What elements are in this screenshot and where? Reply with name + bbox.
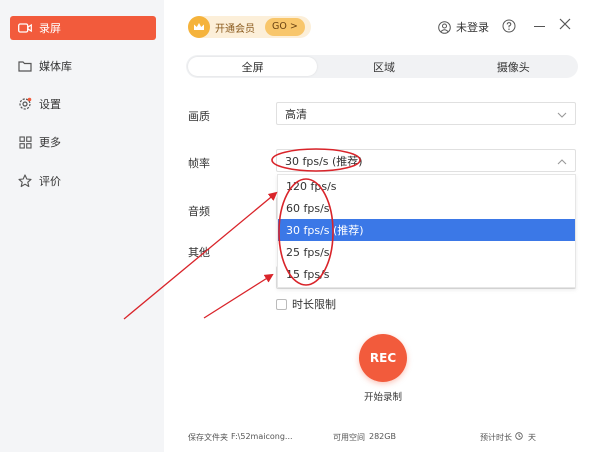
free-space-value: 282GB <box>369 432 396 441</box>
record-caption: 开始录制 <box>363 392 402 403</box>
save-folder-path[interactable]: F:\52maicong... <box>231 432 293 441</box>
audio-label: 音频 <box>188 205 210 218</box>
tab-camera[interactable]: 摄像头 <box>449 55 578 78</box>
login-label: 未登录 <box>456 21 489 34</box>
sidebar-item-label: 评价 <box>39 175 61 188</box>
video-camera-icon <box>18 21 32 35</box>
mode-tabs: 全屏 区域 摄像头 <box>186 55 578 78</box>
estimated-duration-value: 天 <box>528 433 536 442</box>
close-icon[interactable] <box>559 18 571 33</box>
login-button[interactable]: 未登录 <box>438 19 489 35</box>
duration-limit-label: 时长限制 <box>292 298 336 311</box>
minimize-icon[interactable] <box>534 26 545 27</box>
star-icon <box>18 174 32 188</box>
clock-icon <box>515 432 523 442</box>
framerate-option-30[interactable]: 30 fps/s (推荐) <box>278 219 575 241</box>
folder-icon <box>18 59 32 73</box>
chevron-down-icon <box>557 109 567 122</box>
framerate-select[interactable]: 30 fps/s (推荐) <box>276 149 576 172</box>
crown-icon <box>188 16 210 38</box>
free-space-label: 可用空间 <box>333 433 365 442</box>
chevron-up-icon <box>557 156 567 169</box>
vip-upgrade-button[interactable]: 开通会员 GO > <box>188 16 311 38</box>
tab-region[interactable]: 区域 <box>319 55 448 78</box>
sidebar-item-review[interactable]: 评价 <box>10 169 156 193</box>
sidebar-item-settings[interactable]: 设置 <box>10 92 156 116</box>
gear-icon <box>18 97 32 111</box>
user-icon <box>438 20 451 34</box>
grid-icon <box>18 135 32 149</box>
quality-label: 画质 <box>188 110 210 123</box>
duration-limit-option[interactable]: 时长限制 <box>276 296 336 312</box>
framerate-option-15[interactable]: 15 fps/s <box>278 263 575 285</box>
sidebar-item-label: 录屏 <box>39 22 61 35</box>
framerate-option-25[interactable]: 25 fps/s <box>278 241 575 263</box>
save-folder-label: 保存文件夹 <box>188 433 228 442</box>
vip-go-button[interactable]: GO > <box>265 18 305 36</box>
sidebar: 录屏 媒体库 设置 更多 评价 <box>0 0 164 452</box>
quality-select[interactable]: 高清 <box>276 102 576 125</box>
help-icon[interactable] <box>502 19 516 36</box>
estimated-duration-label: 预计时长 <box>480 433 512 442</box>
framerate-label: 帧率 <box>188 157 210 170</box>
other-label: 其他 <box>188 246 210 259</box>
quality-value: 高清 <box>285 107 307 121</box>
framerate-option-60[interactable]: 60 fps/s <box>278 197 575 219</box>
sidebar-item-label: 更多 <box>39 136 61 149</box>
annotation-arrow-lower <box>203 273 274 319</box>
sidebar-item-record[interactable]: 录屏 <box>10 16 156 40</box>
sidebar-item-label: 媒体库 <box>39 60 72 73</box>
framerate-value: 30 fps/s (推荐) <box>285 154 363 168</box>
record-button[interactable]: REC <box>359 334 407 382</box>
vip-label: 开通会员 <box>215 23 255 35</box>
sidebar-item-label: 设置 <box>39 98 61 111</box>
duration-limit-checkbox[interactable] <box>276 298 287 310</box>
framerate-option-120[interactable]: 120 fps/s <box>278 175 575 197</box>
tab-fullscreen[interactable]: 全屏 <box>188 57 318 76</box>
sidebar-item-more[interactable]: 更多 <box>10 130 156 154</box>
framerate-dropdown: 120 fps/s 60 fps/s 30 fps/s (推荐) 25 fps/… <box>277 174 576 288</box>
sidebar-item-media-library[interactable]: 媒体库 <box>10 54 156 78</box>
